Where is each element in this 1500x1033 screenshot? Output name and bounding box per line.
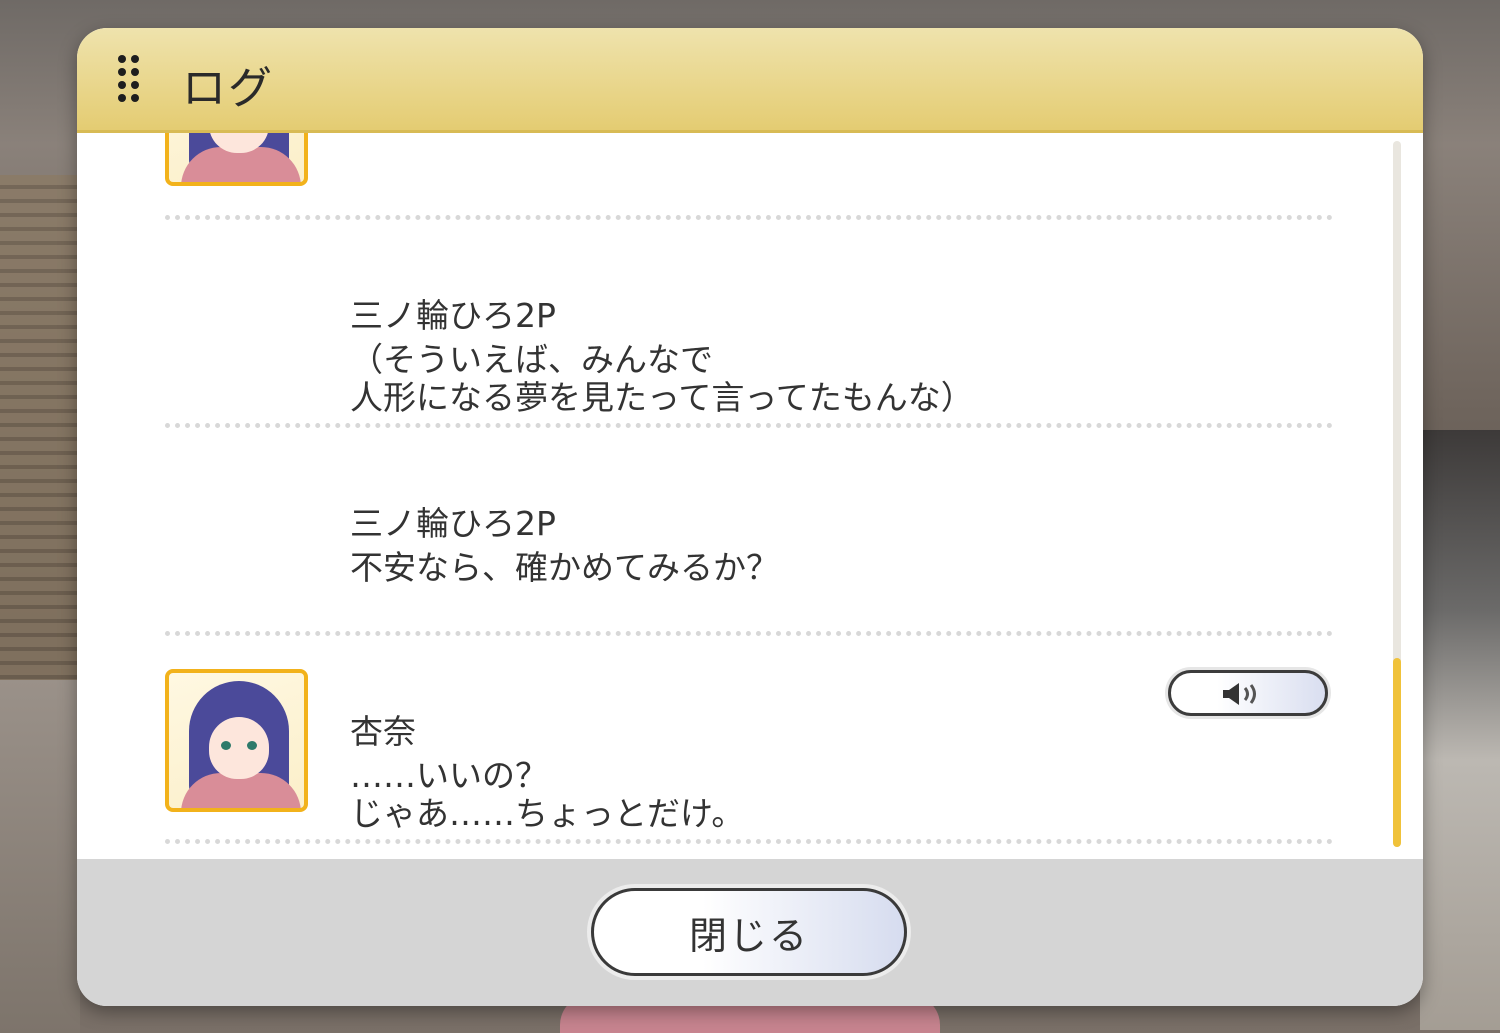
scrollbar-thumb[interactable] — [1393, 658, 1401, 847]
entry-divider — [165, 839, 1333, 844]
background-furniture — [1420, 430, 1500, 1030]
speaker-name: 三ノ輪ひろ2P — [350, 504, 556, 543]
dialog-header: ログ — [77, 28, 1423, 133]
speaker-name: 杏奈 — [350, 712, 416, 751]
speaker-name: 三ノ輪ひろ2P — [350, 296, 556, 335]
dialog-title: ログ — [182, 63, 274, 114]
dialogue-text: （そういえば、みんなで 人形になる夢を見たって言ってたもんな） — [350, 340, 974, 417]
log-list[interactable]: 三ノ輪ひろ2P （そういえば、みんなで 人形になる夢を見たって言ってたもんな） … — [77, 133, 1423, 859]
background-floor — [0, 680, 80, 1033]
character-portrait — [165, 669, 308, 812]
dialogue-text: ……いいの？ じゃあ……ちょっとだけ。 — [350, 756, 745, 833]
voice-replay-button[interactable] — [1168, 670, 1328, 716]
log-dialog: ログ 三ノ輪ひろ2P （そういえば、みんなで 人形になる夢を見たって言ってたもん… — [77, 28, 1423, 1006]
dialogue-text: 不安なら、確かめてみるか？ — [350, 548, 779, 587]
grip-icon[interactable] — [118, 55, 144, 107]
entry-divider — [165, 423, 1333, 428]
close-button[interactable]: 閉じる — [591, 888, 907, 976]
entry-divider — [165, 631, 1333, 636]
speaker-icon — [1223, 683, 1256, 705]
character-portrait — [165, 133, 308, 186]
background-shelf — [0, 175, 80, 695]
entry-divider — [165, 215, 1333, 220]
dialog-footer: 閉じる — [77, 859, 1423, 1006]
